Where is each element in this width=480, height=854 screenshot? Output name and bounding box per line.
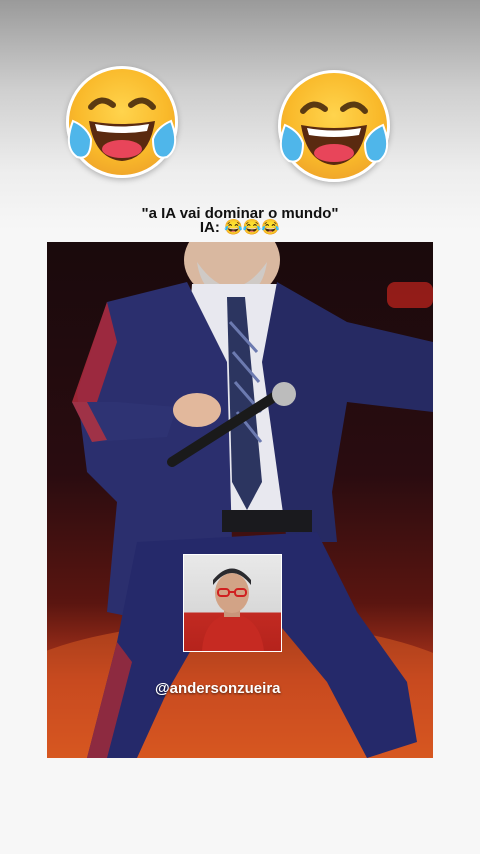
caption-line-2: IA: 😂😂😂	[199, 219, 281, 236]
laughing-emoji-sticker-left	[66, 66, 178, 178]
username-handle: @andersonzueira	[155, 680, 281, 697]
face-with-tears-of-joy-icon	[279, 101, 389, 165]
person-with-cap-image	[202, 568, 264, 651]
creator-thumbnail	[183, 554, 282, 652]
laughing-emoji-sticker-right	[278, 70, 390, 182]
face-with-tears-of-joy-icon	[67, 97, 177, 161]
